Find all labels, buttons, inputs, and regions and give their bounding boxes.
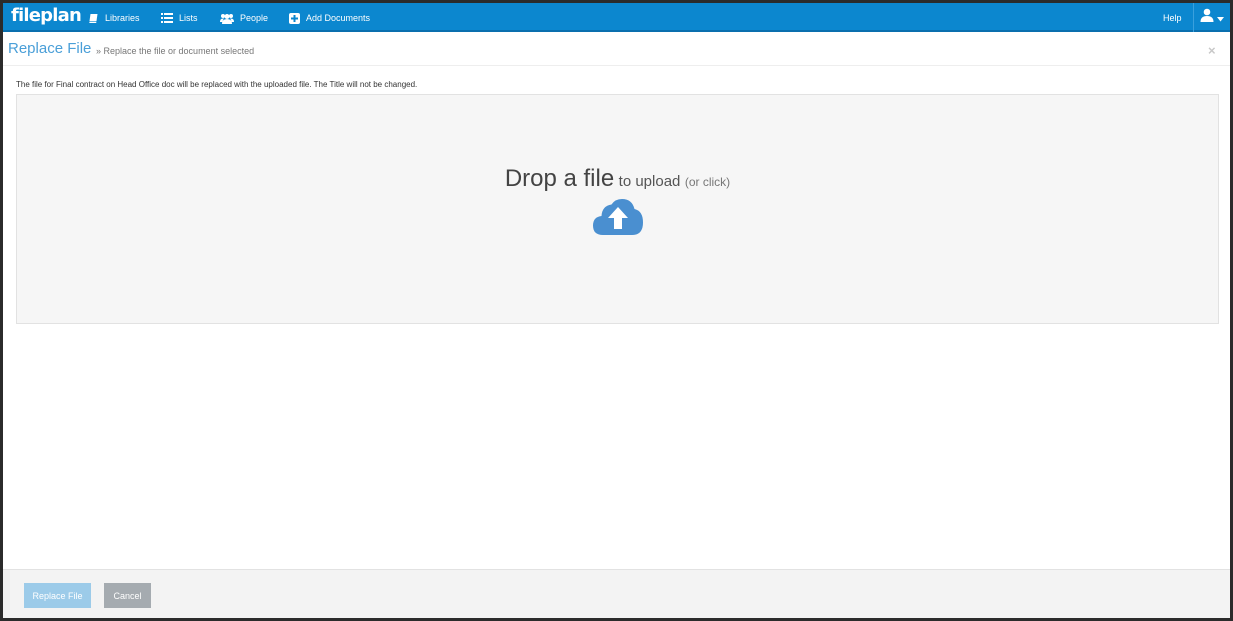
help-link[interactable]: Help: [1163, 13, 1182, 23]
close-icon[interactable]: ×: [1208, 43, 1216, 58]
top-navbar: fileplan Libraries Lists People Add Docu…: [3, 3, 1230, 32]
book-icon: [87, 12, 99, 24]
replace-info-text: The file for Final contract on Head Offi…: [16, 80, 418, 89]
nav-lists[interactable]: Lists: [161, 11, 198, 25]
replace-file-button[interactable]: Replace File: [24, 583, 91, 608]
plus-square-icon: [288, 12, 300, 24]
dropzone-main-text: Drop a file: [504, 165, 615, 192]
dropzone-sub-text: to upload: [618, 173, 681, 190]
nav-libraries-label: Libraries: [105, 13, 140, 23]
users-icon: [220, 12, 234, 24]
action-footer: Replace File Cancel: [3, 569, 1230, 618]
user-icon: [1200, 8, 1214, 27]
nav-people-label: People: [240, 13, 269, 23]
nav-people[interactable]: People: [220, 11, 268, 25]
fileplan-logo[interactable]: fileplan: [11, 5, 82, 26]
dropzone-hint-text: (or click): [684, 175, 731, 189]
list-icon: [161, 12, 173, 24]
file-dropzone[interactable]: Drop a file to upload (or click): [16, 94, 1219, 324]
page-header: Replace File » Replace the file or docum…: [3, 34, 1230, 66]
nav-lists-label: Lists: [179, 13, 198, 23]
chevron-down-icon: [1217, 9, 1224, 27]
cancel-button[interactable]: Cancel: [104, 583, 151, 608]
nav-add-documents-label: Add Documents: [306, 13, 371, 23]
app-window: fileplan Libraries Lists People Add Docu…: [3, 3, 1230, 618]
page-subtitle: » Replace the file or document selected: [96, 46, 255, 56]
cloud-upload-icon: [592, 198, 644, 236]
dropzone-message: Drop a file to upload (or click): [17, 165, 1218, 193]
nav-libraries[interactable]: Libraries: [87, 11, 140, 25]
user-menu-button[interactable]: [1193, 3, 1230, 32]
nav-add-documents[interactable]: Add Documents: [288, 11, 370, 25]
page-title: Replace File: [8, 40, 92, 57]
